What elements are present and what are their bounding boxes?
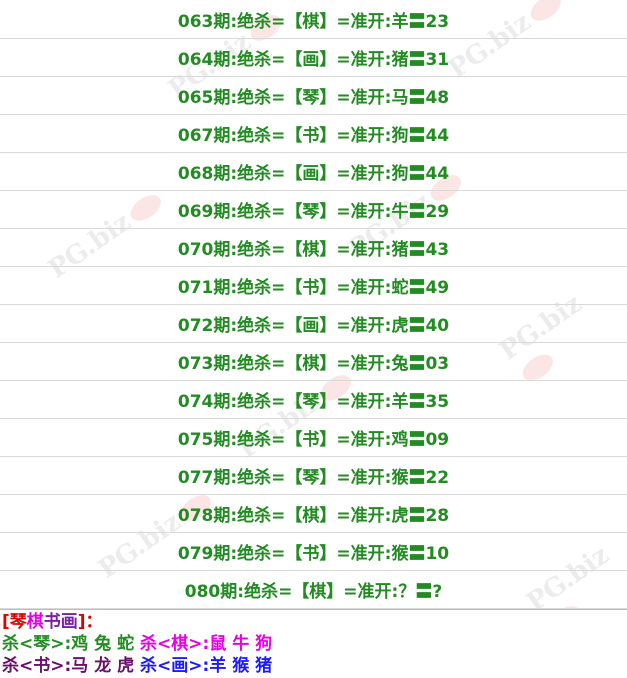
legend-qin: 琴 [9,612,27,632]
prediction-text: :绝杀=【画】=准开:猪〓31 [230,50,450,70]
period-number: 070期 [177,240,231,260]
period-number: 067期 [177,126,231,146]
prediction-text: :绝杀=【书】=准开:狗〓44 [230,126,450,146]
prediction-list: 063期:绝杀=【棋】=准开:羊〓23 064期:绝杀=【画】=准开:猪〓31 … [0,0,627,609]
list-item: 069期:绝杀=【琴】=准开:牛〓29 [0,191,627,229]
prediction-text: :绝杀=【琴】=准开:牛〓29 [230,202,450,222]
prediction-text: :绝杀=【琴】=准开:羊〓35 [230,392,450,412]
prediction-text: :绝杀=【书】=准开:蛇〓49 [230,278,450,298]
period-number: 077期 [177,468,231,488]
period-number: 073期 [177,354,231,374]
prediction-text: :绝杀=【棋】=准开:兔〓03 [230,354,450,374]
list-item: 071期:绝杀=【书】=准开:蛇〓49 [0,267,627,305]
prediction-text: :绝杀=【书】=准开:猴〓10 [230,544,450,564]
list-item: 078期:绝杀=【棋】=准开:虎〓28 [0,495,627,533]
prediction-text: :绝杀=【琴】=准开:马〓48 [230,88,450,108]
period-number: 078期 [177,506,231,526]
period-number: 071期 [177,278,231,298]
list-item: 064期:绝杀=【画】=准开:猪〓31 [0,39,627,77]
legend-qi: 棋 [26,612,44,632]
legend-line-1: 杀<琴>:鸡 兔 蛇 杀<棋>:鼠 牛 狗 [2,633,627,655]
kill-qin-label: 杀<琴>:鸡 兔 蛇 [2,634,135,654]
prediction-text: :绝杀=【画】=准开:虎〓40 [230,316,450,336]
period-number: 063期 [177,11,231,32]
list-item: 074期:绝杀=【琴】=准开:羊〓35 [0,381,627,419]
period-number: 072期 [177,316,231,336]
list-item: 068期:绝杀=【画】=准开:狗〓44 [0,153,627,191]
legend-shu: 书 [43,612,61,632]
prediction-text: :绝杀=【棋】=准开:？〓? [237,582,443,602]
list-item: 063期:绝杀=【棋】=准开:羊〓23 [0,0,627,39]
period-number: 074期 [177,392,231,412]
kill-shu-label: 杀<书>:马 龙 虎 [2,656,135,676]
list-item: 073期:绝杀=【棋】=准开:兔〓03 [0,343,627,381]
list-item: 080期:绝杀=【棋】=准开:？〓? [0,571,627,609]
prediction-text: :绝杀=【棋】=准开:羊〓23 [230,11,450,32]
prediction-text: :绝杀=【书】=准开:鸡〓09 [230,430,450,450]
kill-qi-label: 杀<棋>:鼠 牛 狗 [140,634,273,654]
period-number: 080期 [184,582,238,602]
list-item: 079期:绝杀=【书】=准开:猴〓10 [0,533,627,571]
period-number: 079期 [177,544,231,564]
kill-hua-label: 杀<画>:羊 猴 猪 [140,656,273,676]
period-number: 075期 [177,430,231,450]
page: PG.biz PG.biz PG.biz PG.biz PG.biz PG.bi… [0,0,627,678]
list-item: 077期:绝杀=【琴】=准开:猴〓22 [0,457,627,495]
legend-panel: [琴棋书画]： 杀<琴>:鸡 兔 蛇 杀<棋>:鼠 牛 狗 杀<书>:马 龙 虎… [0,609,627,678]
list-item: 070期:绝杀=【棋】=准开:猪〓43 [0,229,627,267]
list-item: 072期:绝杀=【画】=准开:虎〓40 [0,305,627,343]
list-item: 065期:绝杀=【琴】=准开:马〓48 [0,77,627,115]
legend-title: [琴棋书画]： [2,611,627,633]
period-number: 064期 [177,50,231,70]
prediction-text: :绝杀=【画】=准开:狗〓44 [230,164,450,184]
legend-bracket-open: [ [2,612,10,632]
prediction-text: :绝杀=【琴】=准开:猴〓22 [230,468,450,488]
legend-hua: 画 [60,612,78,632]
period-number: 065期 [177,88,231,108]
prediction-text: :绝杀=【棋】=准开:虎〓28 [230,506,450,526]
legend-bracket-close: ]： [77,612,103,632]
list-item: 075期:绝杀=【书】=准开:鸡〓09 [0,419,627,457]
list-item: 067期:绝杀=【书】=准开:狗〓44 [0,115,627,153]
legend-line-2: 杀<书>:马 龙 虎 杀<画>:羊 猴 猪 [2,655,627,677]
prediction-text: :绝杀=【棋】=准开:猪〓43 [230,240,450,260]
period-number: 069期 [177,202,231,222]
period-number: 068期 [177,164,231,184]
